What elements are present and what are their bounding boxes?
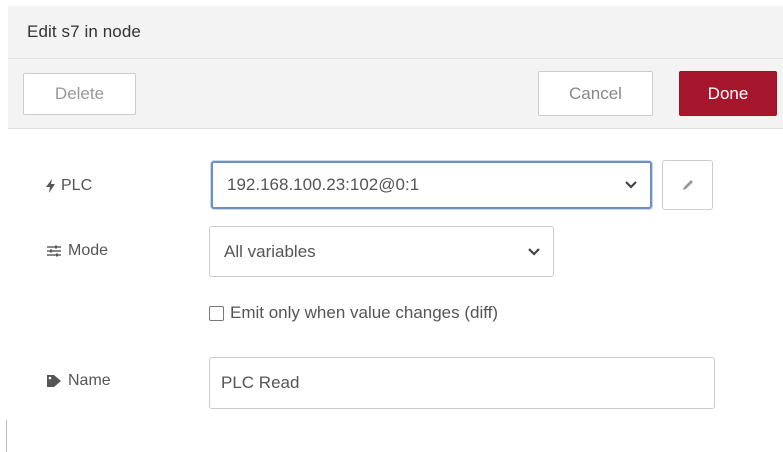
sliders-icon <box>46 244 62 258</box>
tray-toolbar: Delete Cancel Done <box>8 59 783 129</box>
done-button[interactable]: Done <box>679 71 777 116</box>
delete-button[interactable]: Delete <box>23 73 136 115</box>
diff-checkbox-label: Emit only when value changes (diff) <box>230 303 499 322</box>
diff-checkbox[interactable] <box>209 305 224 321</box>
plc-label: PLC <box>46 177 92 195</box>
name-label: Name <box>46 372 111 390</box>
diff-checkbox-row[interactable]: Emit only when value changes (diff) <box>209 303 498 323</box>
name-label-text: Name <box>68 372 111 389</box>
chevron-down-icon <box>625 181 637 189</box>
name-input-value: PLC Read <box>221 373 300 392</box>
plc-select[interactable]: 192.168.100.23:102@0:1 <box>211 161 652 209</box>
mode-label: Mode <box>46 242 108 260</box>
edit-plc-button[interactable] <box>662 160 713 210</box>
tag-icon <box>46 374 62 388</box>
mode-label-text: Mode <box>68 242 109 259</box>
tray-title: Edit s7 in node <box>27 22 141 41</box>
cancel-button[interactable]: Cancel <box>538 71 653 116</box>
plc-select-value: 192.168.100.23:102@0:1 <box>227 175 420 194</box>
chevron-down-icon <box>528 247 540 256</box>
mode-select-value: All variables <box>224 241 316 261</box>
mode-select[interactable]: All variables <box>209 226 554 277</box>
bolt-icon <box>46 179 55 193</box>
panel-left-edge <box>0 0 8 452</box>
pencil-icon <box>681 178 695 192</box>
plc-label-text: PLC <box>61 177 93 194</box>
name-input[interactable]: PLC Read <box>209 357 715 409</box>
tray-header: Edit s7 in node <box>8 6 783 59</box>
